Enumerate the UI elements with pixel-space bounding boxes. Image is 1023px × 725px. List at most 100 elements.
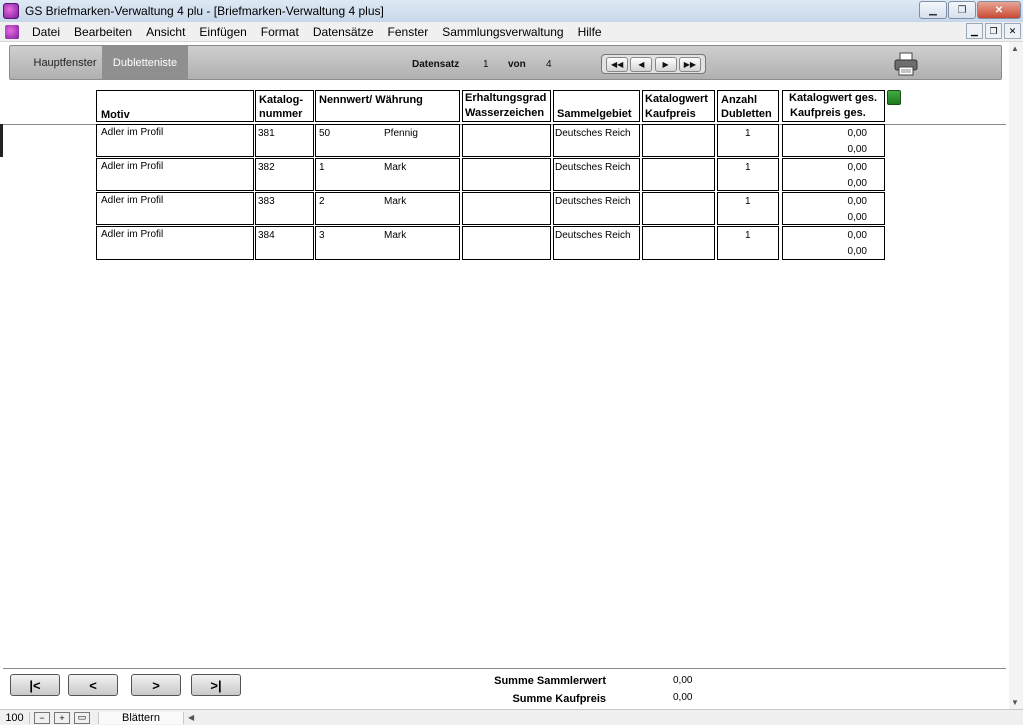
menu-einfuegen[interactable]: Einfügen <box>192 25 253 39</box>
app-icon[interactable] <box>3 3 19 19</box>
cell-motiv[interactable]: Adler im Profil <box>96 192 254 225</box>
sammelgebiet-value: Deutsches Reich <box>555 128 631 139</box>
header-katalogwert: Katalogwert Kaufpreis <box>642 90 715 122</box>
cell-katalog[interactable]: 382 <box>255 158 314 191</box>
sammelgebiet-value: Deutsches Reich <box>555 196 631 207</box>
cell-gesamt[interactable]: 0,00 0,00 <box>782 124 885 157</box>
header-gesamt: Katalogwert ges. Kaufpreis ges. <box>782 90 885 122</box>
next-record-footer-button[interactable]: > <box>131 674 181 696</box>
sammelgebiet-value: Deutsches Reich <box>555 162 631 173</box>
motiv-value: Adler im Profil <box>101 195 164 206</box>
cell-katalogwert[interactable] <box>642 192 715 225</box>
header-gesamt-line1: Katalogwert ges. <box>789 92 878 104</box>
cell-anzahl[interactable]: 1 <box>717 158 779 191</box>
scroll-down-icon[interactable]: ▼ <box>1011 698 1019 707</box>
view-mode[interactable]: Blättern <box>98 711 184 724</box>
waehrung-value: Mark <box>384 230 407 241</box>
kaufpreis-gesamt-value: 0,00 <box>847 144 867 155</box>
printer-icon[interactable] <box>893 52 919 76</box>
cell-motiv[interactable]: Adler im Profil <box>96 226 254 260</box>
cell-erhaltung[interactable] <box>462 226 551 260</box>
close-button[interactable]: ✕ <box>977 1 1021 19</box>
scroll-up-icon[interactable]: ▲ <box>1011 44 1019 53</box>
cell-nennwert[interactable]: 1 Mark <box>315 158 460 191</box>
cell-gesamt[interactable]: 0,00 0,00 <box>782 158 885 191</box>
cell-anzahl[interactable]: 1 <box>717 226 779 260</box>
cell-anzahl[interactable]: 1 <box>717 124 779 157</box>
tab-dublettenliste[interactable]: Dubletteniste <box>102 46 188 79</box>
zoom-in-icon[interactable]: + <box>54 711 70 724</box>
doc-close-button[interactable]: ✕ <box>1004 23 1021 39</box>
vertical-scrollbar[interactable]: ▲ ▼ <box>1009 42 1023 709</box>
katalogwert-gesamt-value: 0,00 <box>847 196 867 207</box>
header-katalog-line2: nummer <box>259 108 303 120</box>
header-nennwert: Nennwert/ Währung <box>315 90 460 122</box>
cell-sammelgebiet[interactable]: Deutsches Reich <box>553 192 640 225</box>
cell-motiv[interactable]: Adler im Profil <box>96 124 254 157</box>
last-record-footer-button[interactable]: >| <box>191 674 241 696</box>
cell-sammelgebiet[interactable]: Deutsches Reich <box>553 226 640 260</box>
header-erhaltung-line1: Erhaltungsgrad <box>465 92 547 104</box>
scroll-left-icon[interactable]: ◀ <box>188 713 194 722</box>
cell-motiv[interactable]: Adler im Profil <box>96 158 254 191</box>
layout-icon[interactable]: ▭ <box>74 711 90 724</box>
document-icon[interactable] <box>5 24 19 39</box>
cell-gesamt[interactable]: 0,00 0,00 <box>782 226 885 260</box>
nennwert-value: 1 <box>319 162 325 173</box>
cell-katalog[interactable]: 383 <box>255 192 314 225</box>
cell-erhaltung[interactable] <box>462 192 551 225</box>
menu-format[interactable]: Format <box>254 25 306 39</box>
status-bar: 100 − + ▭ Blättern ◀ <box>0 709 1023 725</box>
first-record-button[interactable]: ◀◀ <box>606 56 629 72</box>
cell-anzahl[interactable]: 1 <box>717 192 779 225</box>
cell-katalogwert[interactable] <box>642 158 715 191</box>
header-nennwert-label: Nennwert/ Währung <box>319 94 423 106</box>
header-erhaltungsgrad: Erhaltungsgrad Wasserzeichen <box>462 90 551 122</box>
motiv-value: Adler im Profil <box>101 127 164 138</box>
waehrung-value: Mark <box>384 196 407 207</box>
record-total: 4 <box>546 59 552 70</box>
cell-erhaltung[interactable] <box>462 124 551 157</box>
cell-sammelgebiet[interactable]: Deutsches Reich <box>553 124 640 157</box>
cell-katalogwert[interactable] <box>642 226 715 260</box>
zoom-level[interactable]: 100 <box>0 711 30 724</box>
cell-gesamt[interactable]: 0,00 0,00 <box>782 192 885 225</box>
maximize-button[interactable]: ❐ <box>948 1 976 19</box>
status-indicator-icon[interactable] <box>887 90 901 105</box>
menu-datei[interactable]: Datei <box>25 25 67 39</box>
cell-nennwert[interactable]: 2 Mark <box>315 192 460 225</box>
zoom-out-icon[interactable]: − <box>34 711 50 724</box>
cell-erhaltung[interactable] <box>462 158 551 191</box>
last-record-button[interactable]: ▶▶ <box>678 56 701 72</box>
menu-ansicht[interactable]: Ansicht <box>139 25 192 39</box>
minimize-button[interactable]: ▁ <box>919 1 947 19</box>
doc-restore-button[interactable]: ❐ <box>985 23 1002 39</box>
kaufpreis-gesamt-value: 0,00 <box>847 178 867 189</box>
first-record-footer-button[interactable]: |< <box>10 674 60 696</box>
menu-bearbeiten[interactable]: Bearbeiten <box>67 25 139 39</box>
doc-minimize-button[interactable]: ▁ <box>966 23 983 39</box>
cell-katalog[interactable]: 384 <box>255 226 314 260</box>
header-erhaltung-line2: Wasserzeichen <box>465 107 545 119</box>
next-record-button[interactable]: ▶ <box>654 56 677 72</box>
header-anzahl-line1: Anzahl <box>721 94 758 106</box>
cell-katalog[interactable]: 381 <box>255 124 314 157</box>
waehrung-value: Pfennig <box>384 128 418 139</box>
prev-record-footer-button[interactable]: < <box>68 674 118 696</box>
menu-fenster[interactable]: Fenster <box>381 25 436 39</box>
prev-record-button[interactable]: ◀ <box>630 56 653 72</box>
toolbar-panel: Hauptfenster Dubletteniste Datensatz 1 v… <box>9 45 1002 80</box>
menu-datensaetze[interactable]: Datensätze <box>306 25 381 39</box>
header-motiv-label: Motiv <box>101 109 130 121</box>
sammelgebiet-value: Deutsches Reich <box>555 230 631 241</box>
tab-hauptfenster[interactable]: Hauptfenster <box>20 46 110 79</box>
cell-nennwert[interactable]: 3 Mark <box>315 226 460 260</box>
sum-collector-value: 0,00 <box>673 675 693 686</box>
cell-sammelgebiet[interactable]: Deutsches Reich <box>553 158 640 191</box>
cell-nennwert[interactable]: 50 Pfennig <box>315 124 460 157</box>
header-katalognummer: Katalog- nummer <box>255 90 314 122</box>
cell-katalogwert[interactable] <box>642 124 715 157</box>
menu-sammlungsverwaltung[interactable]: Sammlungsverwaltung <box>435 25 570 39</box>
menu-hilfe[interactable]: Hilfe <box>571 25 609 39</box>
header-sammelgebiet-label: Sammelgebiet <box>557 108 632 120</box>
